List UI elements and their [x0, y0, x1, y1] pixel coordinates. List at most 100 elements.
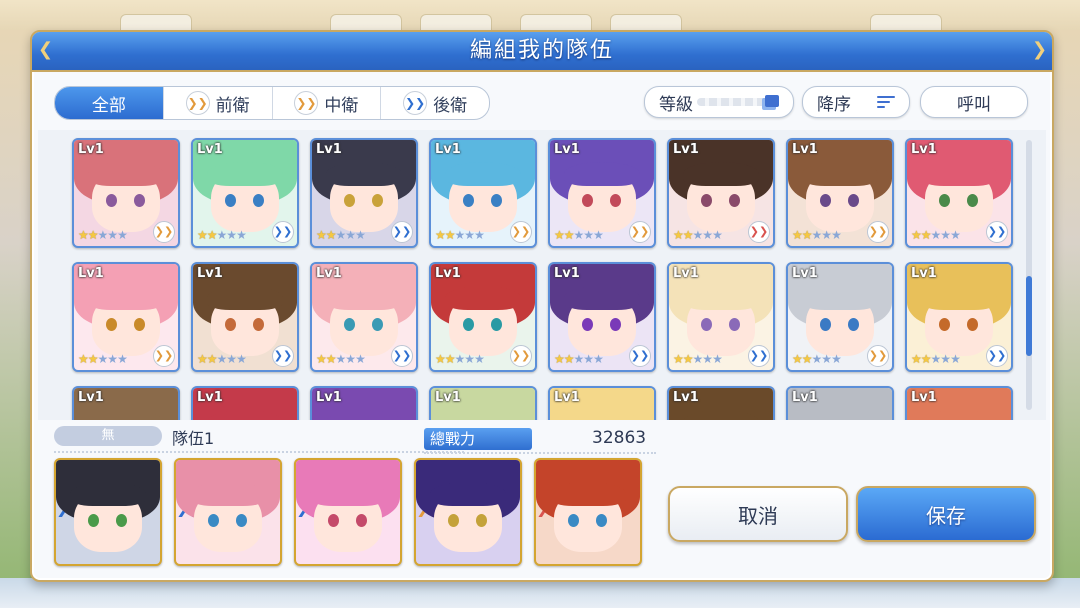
character-card[interactable]: Lv1★★★★★❯❯: [905, 262, 1013, 372]
scrollbar-thumb[interactable]: [1026, 276, 1032, 356]
portrait-bangs: [430, 482, 506, 506]
character-card[interactable]: Lv1★★★★★❯❯: [667, 262, 775, 372]
star-icon: ★: [554, 352, 565, 366]
position-icon: ❯❯: [510, 221, 532, 243]
star-icon: ★: [911, 352, 922, 366]
position-icon: ❯❯: [185, 91, 210, 115]
portrait-bangs: [445, 286, 521, 310]
level-label: Lv1: [435, 142, 461, 157]
star-icon: ★: [335, 228, 347, 242]
portrait-eye: [253, 194, 264, 207]
character-card[interactable]: Lv1★★★★★❯❯: [310, 262, 418, 372]
star-icon: ★: [712, 352, 723, 366]
star-icon: ★: [821, 352, 832, 366]
character-card[interactable]: Lv1★★★★★❯❯: [191, 386, 299, 420]
tab-back[interactable]: ❯❯ 後衛: [381, 87, 489, 119]
sort-by-level-button[interactable]: 等級: [644, 86, 794, 118]
level-label: Lv1: [316, 142, 342, 157]
star-rating: ★★★★★: [78, 352, 128, 366]
background-bottom-bar: [0, 578, 1080, 608]
position-icon: ❯❯: [272, 345, 294, 367]
star-icon: ★: [583, 352, 594, 366]
level-label: Lv1: [197, 266, 223, 281]
star-icon: ★: [563, 352, 575, 366]
character-card[interactable]: Lv1★★★★★❯❯: [429, 138, 537, 248]
team-edit-dialog: ❮ 編組我的隊伍 ❯ 全部 ❯❯ 前衛 ❯❯ 中衛 ❯❯ 後衛 等級 降序 呼叫: [30, 30, 1054, 582]
position-icon: ❯❯: [867, 345, 889, 367]
character-card[interactable]: Lv1★★★★★❯❯: [72, 262, 180, 372]
star-icon: ★: [792, 352, 803, 366]
portrait-bangs: [564, 162, 640, 186]
portrait-bangs: [326, 162, 402, 186]
star-icon: ★: [325, 228, 337, 242]
star-icon: ★: [801, 352, 813, 366]
star-icon: ★: [811, 228, 823, 242]
star-icon: ★: [554, 228, 565, 242]
level-label: Lv1: [316, 266, 342, 281]
star-icon: ★: [464, 228, 475, 242]
character-card[interactable]: Lv1★★★★★❯❯: [429, 262, 537, 372]
grid-scrollbar[interactable]: [1026, 140, 1032, 410]
cancel-button[interactable]: 取消: [668, 486, 848, 542]
portrait-eye: [610, 318, 621, 331]
character-card[interactable]: Lv1★★★★★❯❯: [191, 262, 299, 372]
star-icon: ★: [345, 352, 356, 366]
portrait-eye: [253, 318, 264, 331]
star-icon: ★: [573, 352, 585, 366]
total-power-value: 32863: [592, 428, 647, 448]
character-card[interactable]: Lv1★★★★★❯❯: [72, 386, 180, 420]
team-member-card[interactable]: Lv54★★★★★❯❯: [54, 458, 162, 566]
portrait-eye: [967, 318, 978, 331]
star-icon: ★: [692, 228, 704, 242]
level-label: Lv1: [911, 390, 937, 405]
character-card[interactable]: Lv1★★★★★❯❯: [72, 138, 180, 248]
position-icon: ❯❯: [986, 345, 1008, 367]
star-icon: ★: [355, 228, 366, 242]
portrait-eye: [372, 318, 383, 331]
call-button[interactable]: 呼叫: [920, 86, 1028, 118]
star-rating: ★★★★★: [554, 352, 604, 366]
tab-front[interactable]: ❯❯ 前衛: [164, 87, 273, 119]
position-icon: ❯❯: [391, 221, 413, 243]
character-card[interactable]: Lv1★★★★★❯❯: [548, 386, 656, 420]
tab-all[interactable]: 全部: [55, 87, 164, 119]
character-card[interactable]: Lv1★★★★★❯❯: [548, 138, 656, 248]
character-card[interactable]: Lv1★★★★★❯❯: [667, 386, 775, 420]
character-card[interactable]: Lv1★★★★★❯❯: [786, 138, 894, 248]
save-button[interactable]: 保存: [856, 486, 1036, 542]
portrait-eye: [848, 194, 859, 207]
tab-middle[interactable]: ❯❯ 中衛: [273, 87, 382, 119]
star-icon: ★: [236, 228, 247, 242]
star-icon: ★: [117, 228, 128, 242]
character-card[interactable]: Lv1★★★★★❯❯: [786, 386, 894, 420]
character-card[interactable]: Lv1★★★★★❯❯: [191, 138, 299, 248]
team-member-card[interactable]: Lv54★★★★★❯❯: [414, 458, 522, 566]
character-card[interactable]: Lv1★★★★★❯❯: [786, 262, 894, 372]
sort-order-button[interactable]: 降序: [802, 86, 910, 118]
team-member-card[interactable]: Lv54★★★★★❯❯: [174, 458, 282, 566]
star-icon: ★: [454, 228, 466, 242]
character-card[interactable]: Lv1★★★★★❯❯: [905, 138, 1013, 248]
team-member-card[interactable]: Lv54★★★★★❯❯: [294, 458, 402, 566]
star-icon: ★: [335, 352, 347, 366]
star-icon: ★: [593, 352, 604, 366]
team-member-card[interactable]: Lv54★★★★★❯❯: [534, 458, 642, 566]
position-icon: ❯❯: [510, 345, 532, 367]
character-card[interactable]: Lv1★★★★★❯❯: [429, 386, 537, 420]
character-grid-area[interactable]: Lv1 ★★★★★ ❯❯ Lv1 ★★★★★ ❯❯ Lv1 ★★★★★ ❯❯ Lv1 ★★★★★ ❯❯…: [38, 130, 1046, 420]
position-icon: ❯❯: [294, 91, 319, 115]
level-label: Lv1: [792, 390, 818, 405]
character-card[interactable]: Lv1★★★★★❯❯: [310, 138, 418, 248]
character-card[interactable]: Lv1★★★★★❯❯: [667, 138, 775, 248]
character-card[interactable]: Lv1★★★★★❯❯: [905, 386, 1013, 420]
star-icon: ★: [593, 228, 604, 242]
portrait-eye: [568, 514, 579, 527]
portrait-bangs: [88, 162, 164, 186]
star-icon: ★: [673, 228, 684, 242]
star-icon: ★: [911, 228, 922, 242]
star-icon: ★: [316, 352, 327, 366]
position-icon: ❯❯: [986, 221, 1008, 243]
character-card[interactable]: Lv1★★★★★❯❯: [548, 262, 656, 372]
portrait-eye: [448, 514, 459, 527]
character-card[interactable]: Lv1★★★★★❯❯: [310, 386, 418, 420]
